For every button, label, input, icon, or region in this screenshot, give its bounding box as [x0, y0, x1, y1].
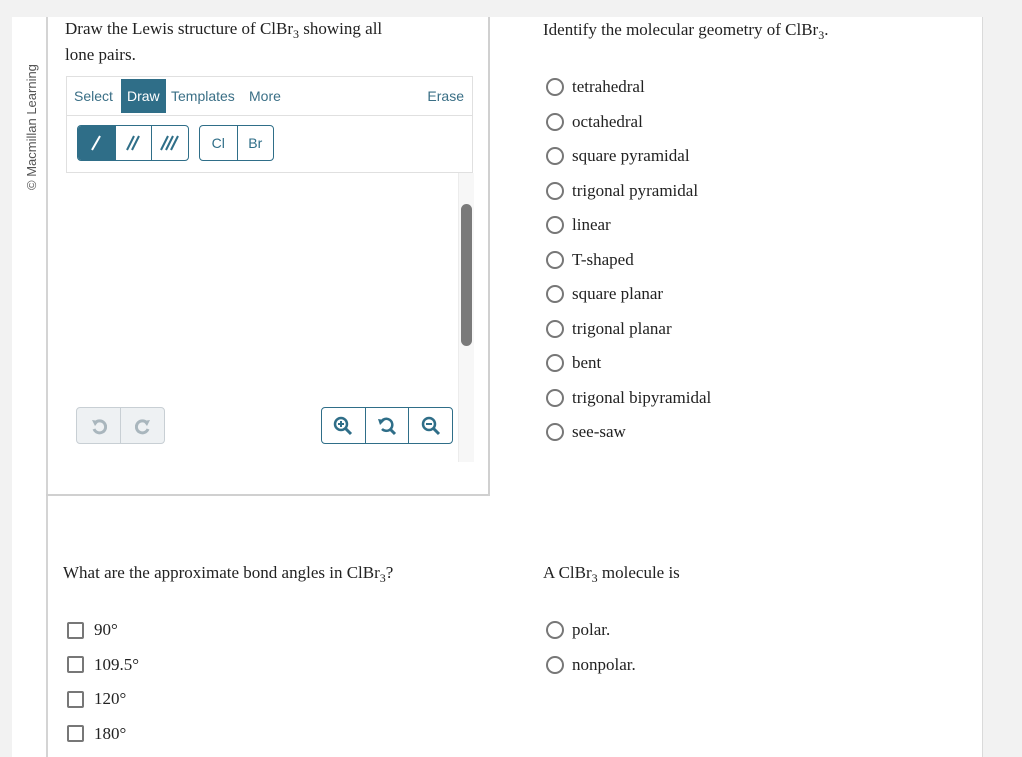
radio-button[interactable] [546, 112, 564, 131]
radio-button[interactable] [546, 78, 564, 96]
checkbox[interactable] [67, 621, 84, 639]
q4-prompt-text-after: molecule is [597, 563, 680, 582]
option-label: square planar [572, 284, 664, 303]
single-bond-icon [91, 135, 102, 151]
undo-button[interactable] [77, 408, 120, 443]
option-label: tetrahedral [572, 77, 645, 96]
option-label: 120° [94, 689, 127, 708]
structure-editor-toolbar: Select Draw Templates More Erase Cl Br [66, 76, 473, 173]
tab-draw[interactable]: Draw [121, 79, 166, 113]
history-controls [76, 407, 165, 444]
q4-prompt-text: A ClBr [543, 563, 592, 582]
radio-button[interactable] [546, 354, 564, 372]
option-label: trigonal bipyramidal [572, 387, 712, 407]
tab-select[interactable]: Select [68, 79, 119, 113]
q2-prompt-text-after: . [824, 20, 829, 39]
copyright-label: © Macmillan Learning [24, 64, 39, 190]
editor-tabbar: Select Draw Templates More Erase [67, 77, 472, 116]
radio-button[interactable] [546, 147, 564, 165]
redo-button[interactable] [120, 408, 164, 443]
option-item[interactable]: 109.5° [67, 655, 139, 675]
option-label: square pyramidal [572, 146, 690, 165]
option-label: polar. [572, 620, 611, 639]
q4-prompt: A ClBr3 molecule is [543, 560, 680, 586]
radio-button[interactable] [546, 319, 564, 338]
reset-zoom-icon [378, 417, 397, 435]
single-bond-button[interactable] [78, 126, 115, 160]
checkbox[interactable] [67, 690, 84, 708]
option-item[interactable]: see-saw [546, 422, 626, 442]
radio-button[interactable] [546, 285, 564, 303]
option-item[interactable]: trigonal planar [546, 319, 672, 339]
checkbox[interactable] [67, 656, 84, 673]
option-item[interactable]: square pyramidal [546, 146, 690, 166]
option-item[interactable]: linear [546, 215, 611, 235]
zoom-in-button[interactable] [322, 408, 365, 443]
bond-tools [77, 125, 189, 161]
checkbox[interactable] [67, 725, 84, 742]
radio-button[interactable] [546, 655, 564, 674]
zoom-in-icon [334, 416, 353, 435]
option-item[interactable]: 180° [67, 724, 126, 744]
option-item[interactable]: square planar [546, 284, 663, 304]
radio-button[interactable] [546, 621, 564, 639]
option-label: bent [572, 353, 602, 372]
option-label: trigonal pyramidal [572, 180, 699, 200]
option-label: nonpolar. [572, 654, 636, 674]
reset-zoom-button[interactable] [364, 408, 409, 443]
option-item[interactable]: 120° [67, 689, 126, 709]
option-label: linear [572, 215, 611, 234]
undo-icon [91, 418, 107, 434]
tab-more[interactable]: More [243, 79, 287, 113]
double-bond-icon [126, 135, 141, 151]
option-item[interactable]: bent [546, 353, 601, 373]
option-label: 180° [94, 723, 127, 743]
atom-br-button[interactable]: Br [236, 126, 274, 160]
radio-button[interactable] [546, 216, 564, 234]
zoom-out-icon [421, 416, 440, 435]
atom-cl-button[interactable]: Cl [200, 126, 237, 160]
q2-prompt-text: Identify the molecular geometry of ClBr [543, 20, 819, 39]
option-label: T-shaped [572, 249, 634, 269]
triple-bond-button[interactable] [151, 126, 188, 160]
radio-button[interactable] [546, 250, 564, 269]
option-item[interactable]: nonpolar. [546, 655, 636, 675]
option-label: 90° [94, 620, 118, 639]
option-item[interactable]: octahedral [546, 112, 643, 132]
option-item[interactable]: tetrahedral [546, 77, 645, 97]
option-item[interactable]: polar. [546, 620, 610, 640]
q3-prompt: What are the approximate bond angles in … [63, 560, 393, 586]
canvas-scrollbar-thumb[interactable] [461, 204, 472, 346]
option-item[interactable]: 90° [67, 620, 118, 640]
radio-button[interactable] [546, 423, 564, 441]
radio-button[interactable] [546, 388, 564, 407]
triple-bond-icon [160, 135, 180, 151]
q2-prompt: Identify the molecular geometry of ClBr3… [543, 17, 828, 43]
atom-tools: Cl Br [199, 125, 274, 161]
erase-button[interactable]: Erase [421, 79, 470, 113]
zoom-out-button[interactable] [408, 408, 452, 443]
option-item[interactable]: trigonal pyramidal [546, 181, 698, 201]
double-bond-button[interactable] [114, 126, 152, 160]
q3-prompt-text-after: ? [385, 563, 394, 582]
option-item[interactable]: trigonal bipyramidal [546, 388, 711, 408]
option-item[interactable]: T-shaped [546, 250, 634, 270]
option-label: trigonal planar [572, 318, 672, 338]
option-label: 109.5° [94, 654, 140, 674]
redo-icon [134, 418, 150, 434]
option-label: see-saw [572, 422, 626, 441]
q3-prompt-text: What are the approximate bond angles in … [63, 563, 380, 582]
radio-button[interactable] [546, 181, 564, 200]
option-label: octahedral [572, 111, 643, 131]
tab-templates[interactable]: Templates [165, 79, 241, 113]
zoom-controls [321, 407, 453, 444]
